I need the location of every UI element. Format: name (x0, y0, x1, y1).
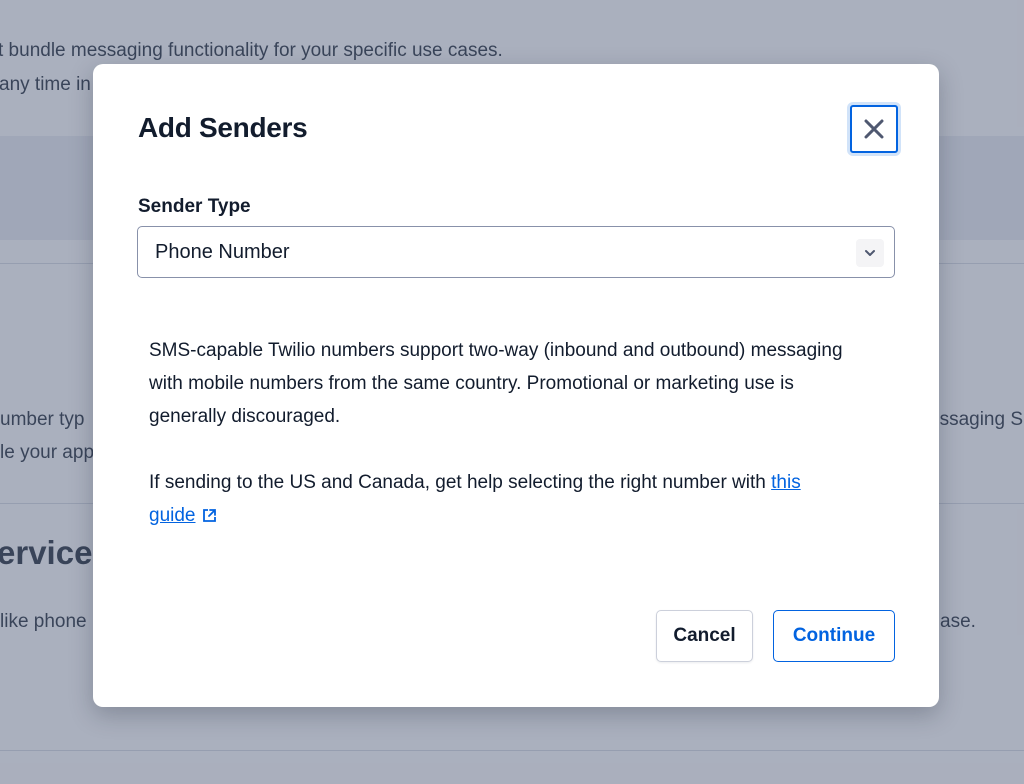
close-icon (863, 118, 885, 140)
modal-title: Add Senders (138, 112, 308, 143)
chevron-down-icon (856, 239, 884, 267)
external-link-icon (201, 502, 218, 535)
sender-type-select[interactable]: Phone Number (137, 226, 895, 278)
description-text: If sending to the US and Canada, get hel… (149, 472, 772, 493)
add-senders-modal: Add Senders Sender Type Phone Number SMS… (93, 64, 939, 707)
cancel-button[interactable]: Cancel (656, 610, 753, 662)
continue-button[interactable]: Continue (773, 610, 895, 662)
description-paragraph: SMS-capable Twilio numbers support two-w… (149, 340, 843, 427)
sender-type-value: Phone Number (155, 240, 290, 263)
sender-type-label: Sender Type (138, 196, 251, 217)
description-paragraph: If sending to the US and Canada, get hel… (149, 466, 849, 535)
sender-description: SMS-capable Twilio numbers support two-w… (149, 334, 849, 535)
close-button[interactable] (850, 105, 898, 153)
